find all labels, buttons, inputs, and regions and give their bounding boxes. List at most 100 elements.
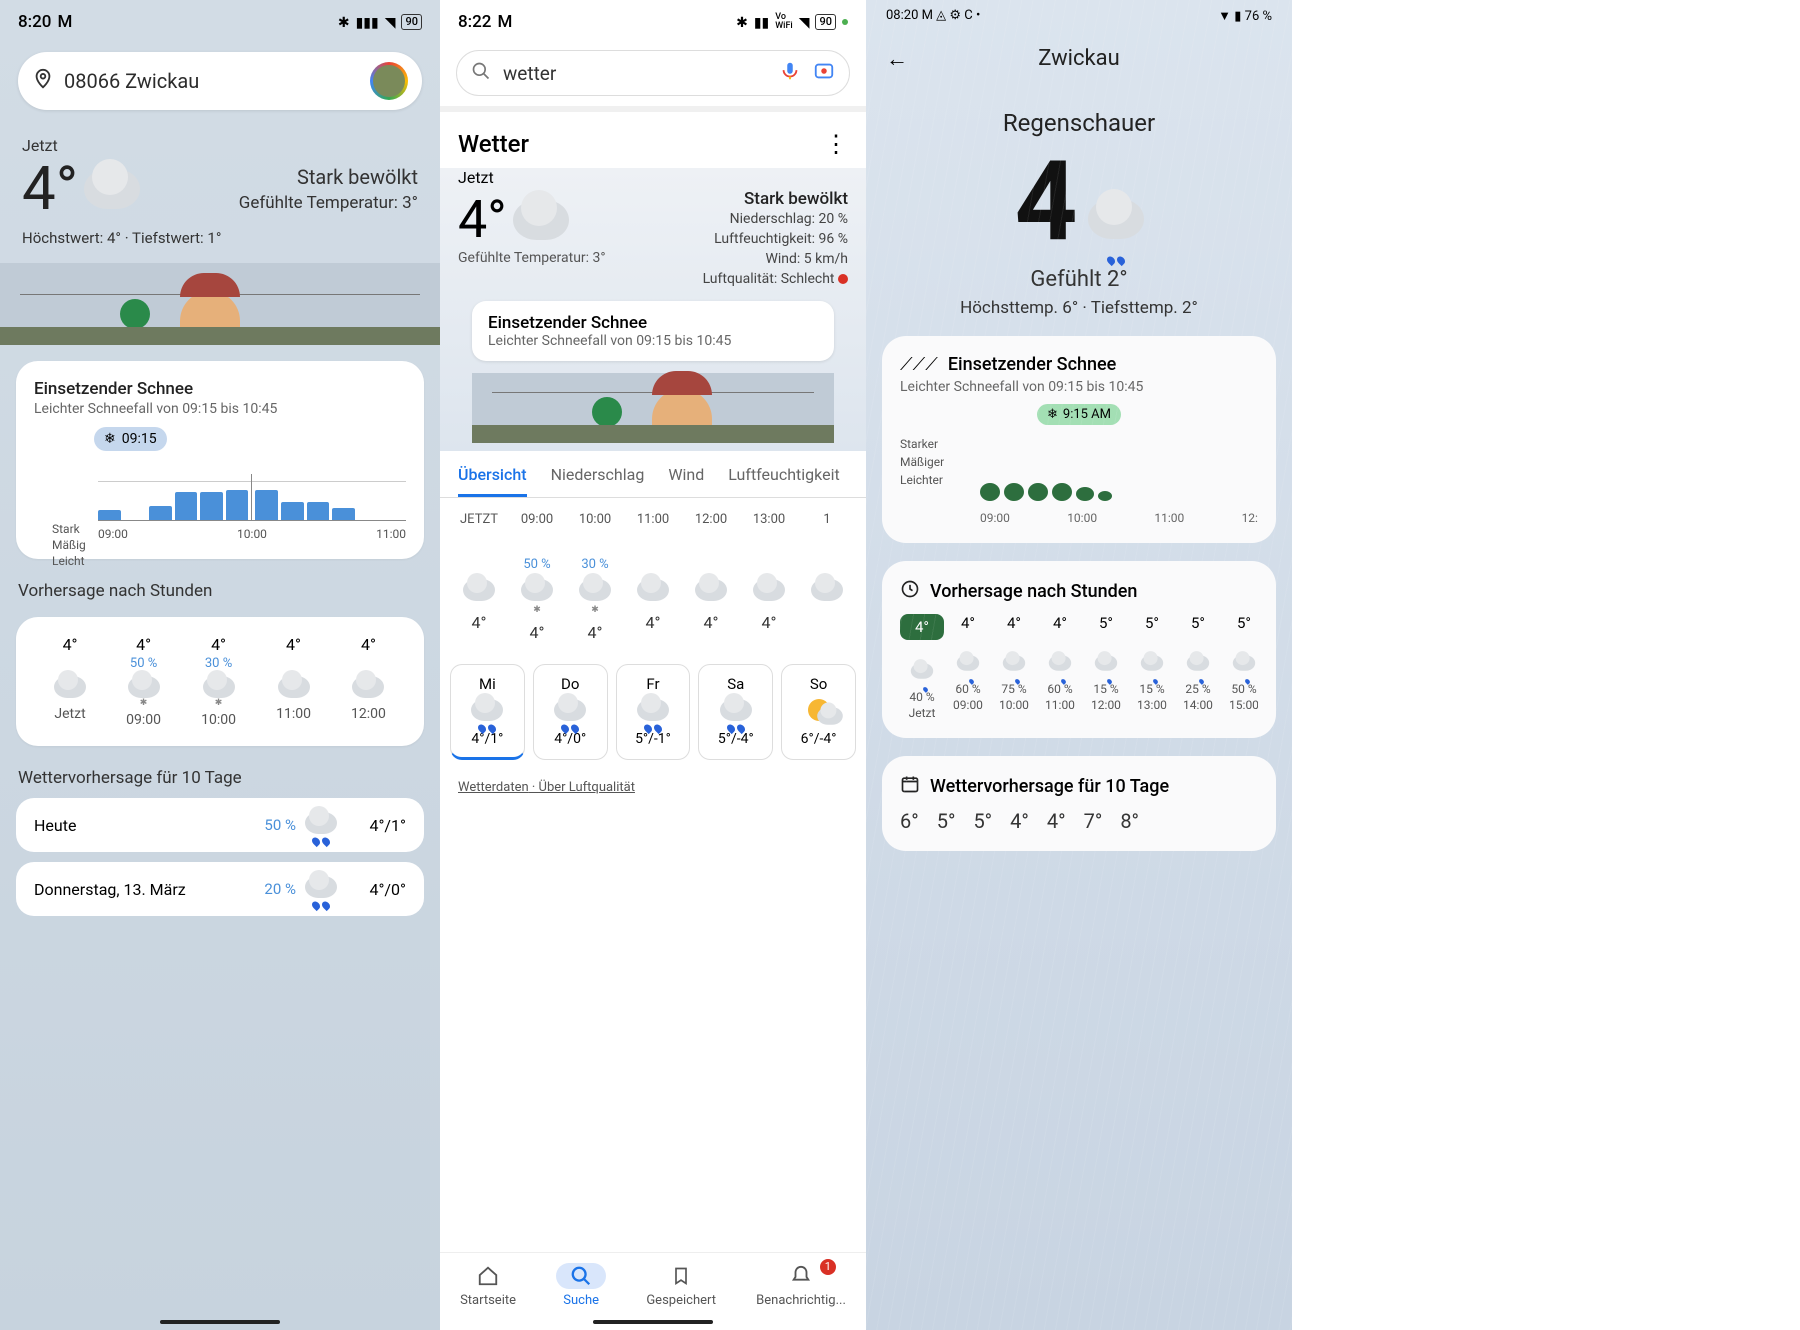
condition-text: Stark bewölkt bbox=[239, 165, 418, 189]
tab-humidity[interactable]: Luftfeuchtigkeit bbox=[728, 465, 839, 497]
hourly-cell: 12:00 4° bbox=[682, 512, 740, 642]
profile-avatar[interactable] bbox=[370, 62, 408, 100]
days-card[interactable]: Wettervorhersage für 10 Tage 6°5°5°4°4°7… bbox=[882, 756, 1276, 851]
current-temp: 4 bbox=[866, 147, 1292, 257]
daily-strip[interactable]: Mi4°/1° Do4°/0° Fr5°/-1° Sa5°/-4° So6°/-… bbox=[440, 656, 866, 774]
nav-notifications[interactable]: 1 Benachrichtig... bbox=[756, 1263, 846, 1308]
day-temp: 4° bbox=[1010, 809, 1029, 833]
time-chip: ❄9:15 AM bbox=[1037, 404, 1121, 425]
day-temp: 4° bbox=[1047, 809, 1066, 833]
bar bbox=[200, 492, 223, 520]
day-cell[interactable]: Sa5°/-4° bbox=[698, 664, 773, 760]
tab-wind[interactable]: Wind bbox=[668, 465, 704, 497]
weather-heading: Wetter ⋮ bbox=[440, 112, 866, 168]
hourly-strip[interactable]: JETZT 4° 09:0050 % ✱ 4° 10:0030 % ✱ 4° 1… bbox=[440, 498, 866, 656]
tab-overview[interactable]: Übersicht bbox=[458, 465, 527, 497]
weather-illustration bbox=[472, 373, 834, 443]
hourly-cell: 4°30 % ✱ 10:00 bbox=[201, 635, 236, 728]
feels-like: Gefühlt 2° bbox=[866, 267, 1292, 292]
current-conditions: Jetzt 4° Stark bewölkt Gefühlte Temperat… bbox=[0, 122, 440, 253]
snow-alert-card[interactable]: ⟋⟋⟋ Einsetzender Schnee Leichter Schneef… bbox=[882, 336, 1276, 543]
hourly-cell: 4° 60 %09:00 bbox=[946, 614, 990, 720]
hourly-card[interactable]: 4° Jetzt 4°50 % ✱ 09:00 4°30 % ✱ 10:00 4… bbox=[16, 617, 424, 746]
bar bbox=[255, 490, 278, 520]
pane-google-search: 8:22 M ✱ ▮▮ VoWiFi ◥ 90 wetter Wetter ⋮ … bbox=[440, 0, 866, 1330]
day-row[interactable]: Donnerstag, 13. März20 % 4°/0° bbox=[16, 862, 424, 916]
weather-tabs: Übersicht Niederschlag Wind Luftfeuchtig… bbox=[440, 451, 866, 498]
bar bbox=[149, 506, 172, 520]
battery-level: 90 bbox=[401, 14, 422, 30]
snow-sub: Leichter Schneefall von 09:15 bis 10:45 bbox=[900, 379, 1258, 395]
snow-alert-card[interactable]: Einsetzender Schnee Leichter Schneefall … bbox=[16, 361, 424, 559]
battery-level: 76 % bbox=[1245, 9, 1272, 24]
day-temp: 6° bbox=[900, 809, 919, 833]
rain-icon bbox=[1088, 147, 1144, 257]
gmail-icon: M bbox=[497, 12, 512, 32]
lens-icon[interactable] bbox=[813, 60, 835, 86]
back-icon[interactable]: ← bbox=[886, 46, 908, 72]
hourly-cell: 13:00 4° bbox=[740, 512, 798, 642]
aq-indicator-icon bbox=[838, 274, 848, 284]
footer-links: Wetterdaten · Über Luftqualität bbox=[440, 774, 866, 805]
high-low: Höchsttemp. 6° · Tiefsttemp. 2° bbox=[866, 298, 1292, 318]
current-conditions: Jetzt 4° Gefühlte Temperatur: 3° Stark b… bbox=[440, 168, 866, 451]
weather-illustration bbox=[0, 263, 440, 345]
mic-icon[interactable] bbox=[779, 60, 801, 86]
bar bbox=[98, 510, 121, 520]
search-icon bbox=[556, 1263, 606, 1289]
tab-precip[interactable]: Niederschlag bbox=[551, 465, 645, 497]
city-name: Zwickau bbox=[1038, 46, 1120, 71]
pane-google-weather: 8:20 M ✱ ▮▮▮ ◥ 90 08066 Zwickau Jetzt 4°… bbox=[0, 0, 440, 1330]
day-temp: 8° bbox=[1120, 809, 1139, 833]
nav-saved[interactable]: Gespeichert bbox=[646, 1263, 716, 1308]
hourly-cell: 5° 15 %13:00 bbox=[1130, 614, 1174, 720]
hourly-title: Vorhersage nach Stunden bbox=[18, 581, 422, 601]
days-title: Wettervorhersage für 10 Tage bbox=[18, 768, 422, 788]
time-chip: ❄ 09:15 bbox=[94, 427, 167, 451]
status-time: 08:20 bbox=[886, 8, 918, 23]
snow-alert-card[interactable]: Einsetzender Schnee Leichter Schneefall … bbox=[472, 301, 834, 361]
bar bbox=[175, 492, 198, 520]
status-bar: 8:22 M ✱ ▮▮ VoWiFi ◥ 90 bbox=[440, 0, 866, 40]
location-text: 08066 Zwickau bbox=[64, 69, 360, 93]
hourly-cell: 11:00 4° bbox=[624, 512, 682, 642]
hourly-cell: 5° 15 %12:00 bbox=[1084, 614, 1128, 720]
gmail-icon: M bbox=[57, 12, 72, 32]
condition-stats: Stark bewölkt Niederschlag: 20 % Luftfeu… bbox=[703, 189, 848, 289]
day-temp: 5° bbox=[973, 809, 992, 833]
bar bbox=[307, 502, 330, 520]
snow-title: Einsetzender Schnee bbox=[34, 379, 406, 399]
day-row[interactable]: Heute50 % 4°/1° bbox=[16, 798, 424, 852]
wifi-icon: ◥ bbox=[799, 14, 810, 31]
bottom-nav: Startseite Suche Gespeichert 1 Benachric… bbox=[440, 1252, 866, 1330]
hourly-cell: 4°50 % ✱ 09:00 bbox=[126, 635, 161, 728]
pin-icon bbox=[32, 68, 54, 94]
search-bar[interactable]: wetter bbox=[456, 50, 850, 96]
location-pill[interactable]: 08066 Zwickau bbox=[18, 52, 422, 110]
nav-home[interactable]: Startseite bbox=[460, 1263, 516, 1308]
day-cell[interactable]: Do4°/0° bbox=[533, 664, 608, 760]
header: ← Zwickau bbox=[866, 32, 1292, 79]
hourly-cell: 4° 11:00 bbox=[276, 635, 311, 728]
snowflake-icon: ❄ bbox=[1047, 407, 1058, 422]
status-time: 8:20 bbox=[18, 12, 51, 32]
feels-like: Gefühlte Temperatur: 3° bbox=[239, 193, 418, 213]
day-cell[interactable]: Fr5°/-1° bbox=[616, 664, 691, 760]
vowifi-icon: VoWiFi bbox=[775, 13, 792, 31]
day-cell[interactable]: Mi4°/1° bbox=[450, 664, 525, 760]
more-icon[interactable]: ⋮ bbox=[824, 130, 848, 158]
link-airquality[interactable]: Über Luftqualität bbox=[539, 780, 635, 795]
status-bar: 8:20 M ✱ ▮▮▮ ◥ 90 bbox=[0, 0, 440, 40]
day-cell[interactable]: So6°/-4° bbox=[781, 664, 856, 760]
current-temp: 4° bbox=[458, 189, 606, 250]
status-bar: 08:20 M ◬ ⚙ C • ▼ ▮ 76 % bbox=[866, 0, 1292, 32]
hourly-cell: 09:0050 % ✱ 4° bbox=[508, 512, 566, 642]
condition-text: Regenschauer bbox=[866, 109, 1292, 137]
precip-chart: Starker Mäßiger Leichter 09:00 10:00 11:… bbox=[900, 435, 1258, 525]
hourly-card[interactable]: Vorhersage nach Stunden 4° 40 %Jetzt 4° … bbox=[882, 561, 1276, 738]
nav-search[interactable]: Suche bbox=[556, 1263, 606, 1308]
link-weatherdata[interactable]: Wetterdaten bbox=[458, 780, 529, 795]
home-icon bbox=[460, 1263, 516, 1289]
precip-icon: ⟋⟋⟋ bbox=[900, 354, 938, 375]
calendar-icon bbox=[900, 774, 920, 799]
